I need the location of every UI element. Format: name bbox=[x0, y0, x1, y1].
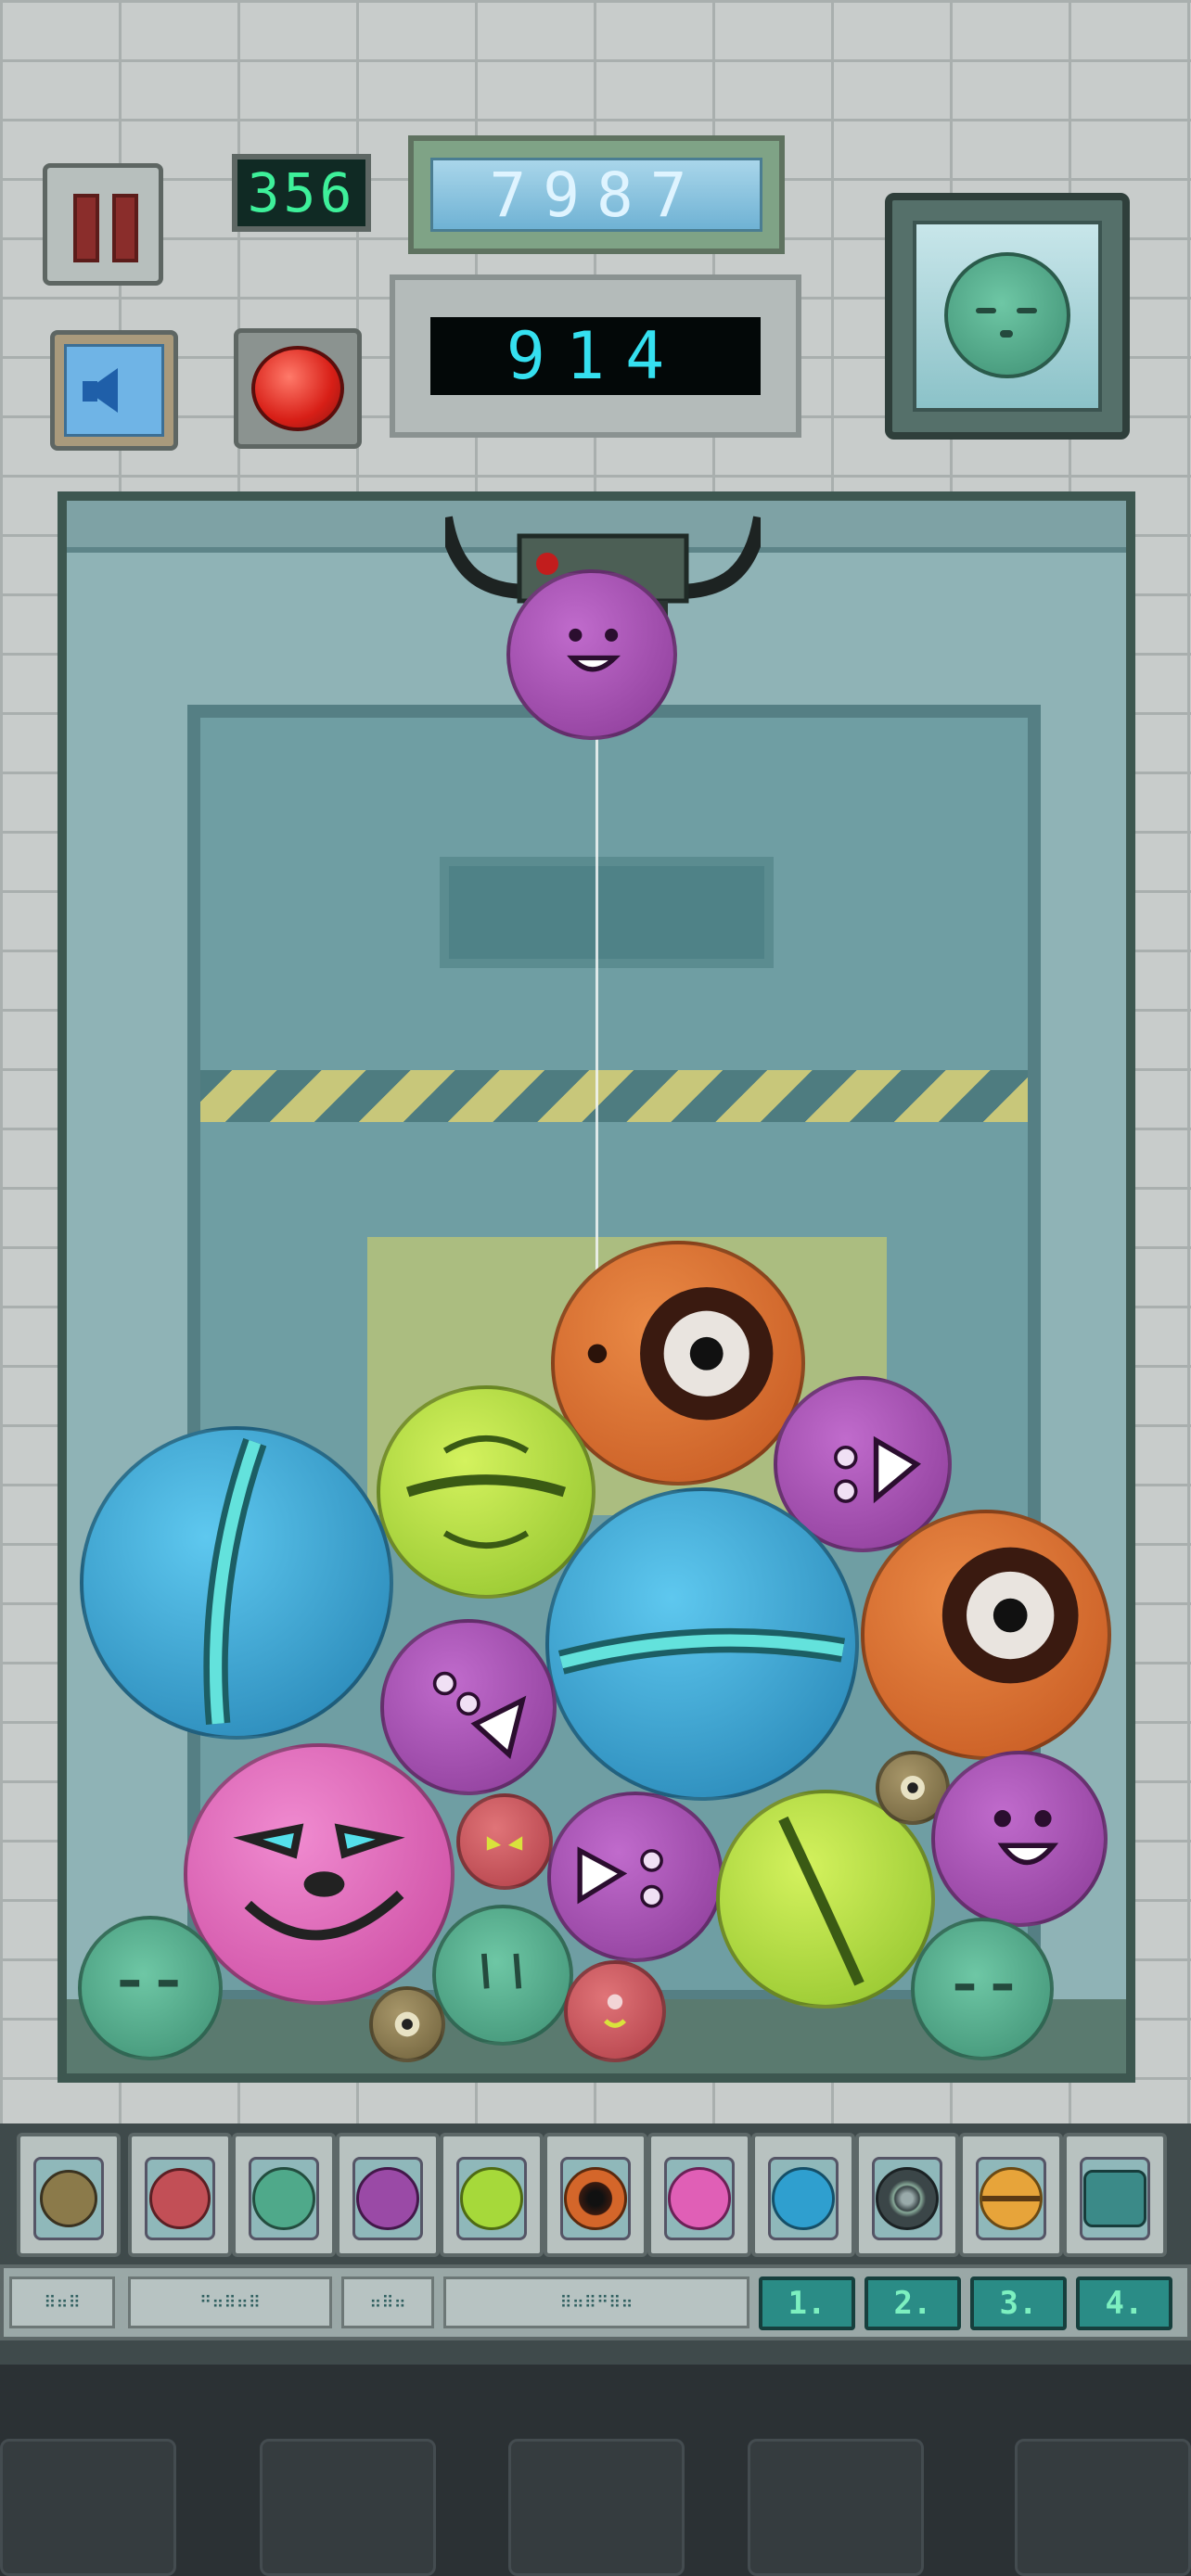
next-ball-preview bbox=[885, 193, 1130, 440]
floor-panel bbox=[508, 2439, 685, 2576]
high-score-value: 7987 bbox=[489, 159, 704, 231]
evolution-slot-pink bbox=[647, 2133, 751, 2257]
pink-germ-icon bbox=[668, 2167, 731, 2230]
level-3-label: 3. bbox=[999, 2285, 1038, 2322]
evolution-slot-green bbox=[232, 2133, 336, 2257]
purple-germ bbox=[547, 1792, 724, 1962]
pause-icon-bar bbox=[112, 194, 138, 262]
evolution-slot-purple bbox=[336, 2133, 440, 2257]
evolution-slot-robot bbox=[1063, 2133, 1167, 2257]
orange-stripe-germ-icon bbox=[980, 2167, 1043, 2230]
dark-ring-germ-icon bbox=[876, 2167, 939, 2230]
dropping-purple-germ bbox=[506, 569, 677, 740]
green-germ bbox=[911, 1918, 1054, 2060]
next-green-germ-icon bbox=[944, 252, 1070, 378]
evolution-slot-dark bbox=[855, 2133, 959, 2257]
green-germ bbox=[432, 1905, 573, 2046]
pause-icon bbox=[73, 194, 99, 262]
small-red-germ bbox=[564, 1960, 666, 2062]
evolution-slot-tan bbox=[17, 2133, 121, 2257]
moves-value: 356 bbox=[247, 161, 356, 224]
green-germ bbox=[78, 1916, 223, 2060]
high-score-display: 7987 bbox=[408, 135, 785, 254]
claw-red-light bbox=[536, 553, 558, 575]
level-1-button[interactable]: 1. bbox=[759, 2276, 855, 2330]
blue-germ bbox=[80, 1426, 393, 1740]
purple-germ-icon bbox=[356, 2167, 419, 2230]
small-tan-germ bbox=[369, 1986, 445, 2062]
vault-window bbox=[440, 857, 774, 968]
score-display: 914 bbox=[390, 274, 801, 438]
orange-eye-germ bbox=[861, 1510, 1111, 1760]
orange-eye-germ-icon bbox=[564, 2167, 627, 2230]
evolution-slot-blue bbox=[751, 2133, 855, 2257]
blue-germ bbox=[545, 1487, 859, 1801]
green-germ-icon bbox=[252, 2167, 315, 2230]
hazard-stripe bbox=[200, 1070, 1028, 1122]
score-value: 914 bbox=[506, 318, 685, 394]
red-action-button[interactable] bbox=[234, 328, 362, 449]
moves-counter: 356 bbox=[232, 154, 371, 232]
evolution-slot-orange-stripe bbox=[959, 2133, 1063, 2257]
small-red-germ bbox=[456, 1793, 553, 1890]
sound-button[interactable] bbox=[50, 330, 178, 451]
bottom-panel bbox=[0, 2365, 1191, 2576]
floor-panel bbox=[1015, 2439, 1191, 2576]
floor-panel bbox=[0, 2439, 176, 2576]
robot-germ-icon bbox=[1083, 2170, 1146, 2227]
code-cell: ⠶⠿⠶ bbox=[341, 2276, 434, 2328]
blue-germ-icon bbox=[772, 2167, 835, 2230]
floor-panel bbox=[748, 2439, 924, 2576]
code-cell: ⠿⠶⠿⠛⠿⠶ bbox=[443, 2276, 749, 2328]
code-cell: ⠿⠶⠿ bbox=[9, 2276, 115, 2328]
evolution-slot-orange bbox=[544, 2133, 647, 2257]
evolution-slot-lime bbox=[440, 2133, 544, 2257]
purple-germ bbox=[931, 1751, 1108, 1927]
level-2-button[interactable]: 2. bbox=[864, 2276, 961, 2330]
red-germ-icon bbox=[149, 2168, 211, 2229]
tan-germ-icon bbox=[40, 2170, 97, 2227]
speaker-base bbox=[83, 381, 97, 402]
level-3-button[interactable]: 3. bbox=[970, 2276, 1067, 2330]
evolution-slot-red bbox=[128, 2133, 232, 2257]
level-4-label: 4. bbox=[1105, 2285, 1144, 2322]
level-4-button[interactable]: 4. bbox=[1076, 2276, 1172, 2330]
pink-germ bbox=[184, 1743, 455, 2005]
lime-germ-icon bbox=[460, 2167, 523, 2230]
level-2-label: 2. bbox=[893, 2285, 932, 2322]
level-1-label: 1. bbox=[788, 2285, 826, 2322]
floor-panel bbox=[260, 2439, 436, 2576]
pause-button[interactable] bbox=[43, 163, 163, 286]
red-button-icon bbox=[251, 346, 344, 431]
code-cell: ⠛⠶⠿⠶⠿ bbox=[128, 2276, 332, 2328]
